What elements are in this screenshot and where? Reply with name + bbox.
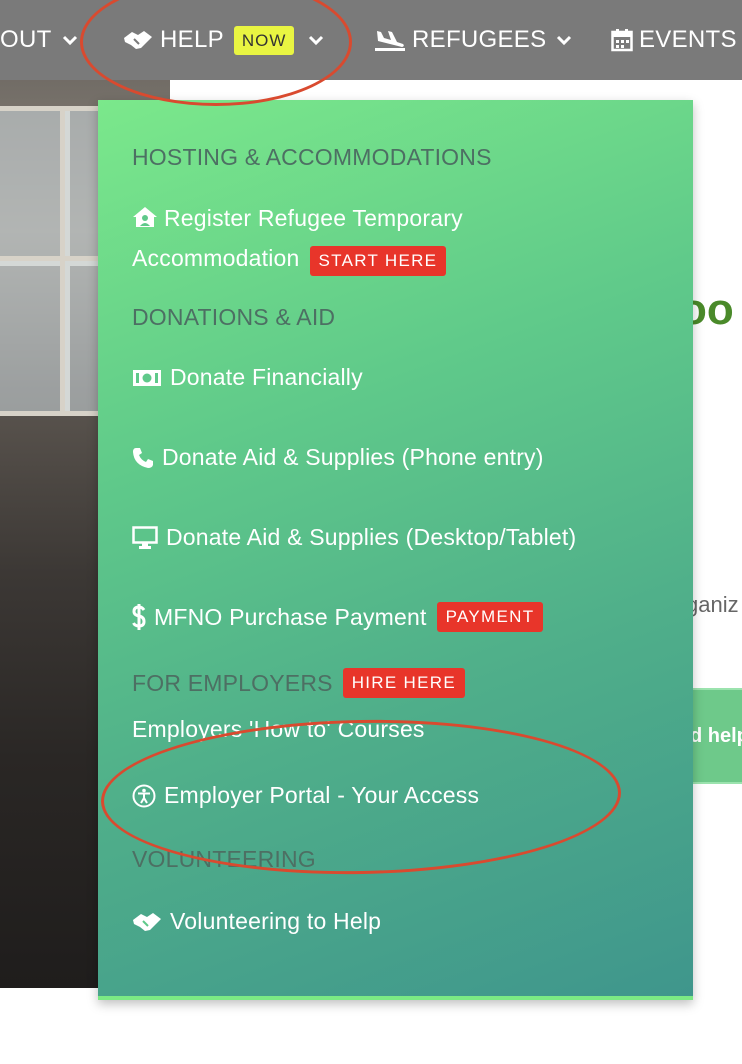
chevron-down-icon	[62, 35, 77, 46]
phone-icon	[133, 447, 153, 468]
volunteering-label: Volunteering to Help	[170, 908, 382, 934]
handshake-icon	[133, 912, 161, 931]
chevron-down-icon	[557, 35, 572, 46]
background-banner-text: d help	[690, 724, 742, 747]
section-heading-hosting: HOSTING & ACCOMMODATIONS	[132, 144, 492, 170]
money-bill-icon	[133, 369, 161, 386]
employers-heading-label: FOR EMPLOYERS	[132, 669, 333, 696]
chevron-down-icon	[309, 35, 324, 46]
nav-item-refugees-label: REFUGEES	[412, 26, 547, 53]
nav-item-events[interactable]: EVENTS	[611, 0, 737, 80]
menu-item-register-accommodation[interactable]: Register Refugee Temporary Accommodation…	[132, 198, 562, 278]
hire-here-badge: HIRE HERE	[342, 668, 465, 698]
dollar-icon	[132, 604, 146, 630]
nav-item-events-label: EVENTS	[639, 26, 737, 53]
section-heading-volunteering: VOLUNTEERING	[132, 846, 316, 872]
menu-item-volunteering[interactable]: Volunteering to Help	[132, 908, 381, 935]
donate-desktop-label: Donate Aid & Supplies (Desktop/Tablet)	[166, 524, 577, 550]
nav-item-help-label: HELP	[160, 26, 224, 53]
house-user-icon	[133, 207, 157, 227]
help-dropdown-menu: HOSTING & ACCOMMODATIONS Register Refuge…	[98, 100, 693, 1000]
start-here-badge: START HERE	[309, 246, 447, 276]
donate-phone-label: Donate Aid & Supplies (Phone entry)	[162, 444, 544, 470]
calendar-icon	[611, 29, 633, 52]
nav-item-help[interactable]: HELP NOW	[123, 0, 324, 80]
nav-item-refugees[interactable]: REFUGEES	[374, 0, 572, 80]
menu-item-donate-desktop[interactable]: Donate Aid & Supplies (Desktop/Tablet)	[132, 524, 576, 551]
background-text-fragment: ganiz	[686, 592, 739, 617]
plane-landing-icon	[375, 31, 405, 51]
nav-item-about[interactable]: OUT	[0, 0, 78, 80]
payment-badge: PAYMENT	[436, 602, 544, 632]
desktop-icon	[132, 525, 158, 549]
purchase-payment-label: MFNO Purchase Payment	[154, 603, 427, 630]
now-badge: NOW	[233, 25, 295, 55]
nav-item-about-label: OUT	[0, 26, 52, 53]
menu-item-employer-portal[interactable]: Employer Portal - Your Access	[132, 782, 479, 809]
menu-item-employer-courses[interactable]: Employers 'How to' Courses	[132, 716, 425, 743]
donate-financially-label: Donate Financially	[170, 364, 363, 390]
handshake-icon	[124, 31, 152, 49]
section-heading-donations: DONATIONS & AID	[132, 304, 336, 330]
top-navbar: OUT HELP NOW REFUGEES EVENTS	[0, 0, 742, 80]
menu-item-donate-financially[interactable]: Donate Financially	[132, 364, 363, 391]
menu-item-purchase-payment[interactable]: MFNO Purchase Payment PAYMENT	[132, 602, 544, 632]
menu-item-donate-phone[interactable]: Donate Aid & Supplies (Phone entry)	[132, 444, 544, 471]
employer-portal-label: Employer Portal - Your Access	[164, 782, 480, 808]
section-heading-employers: FOR EMPLOYERS HIRE HERE	[132, 668, 465, 698]
employer-courses-label: Employers 'How to' Courses	[132, 716, 425, 742]
universal-access-icon	[132, 784, 156, 807]
